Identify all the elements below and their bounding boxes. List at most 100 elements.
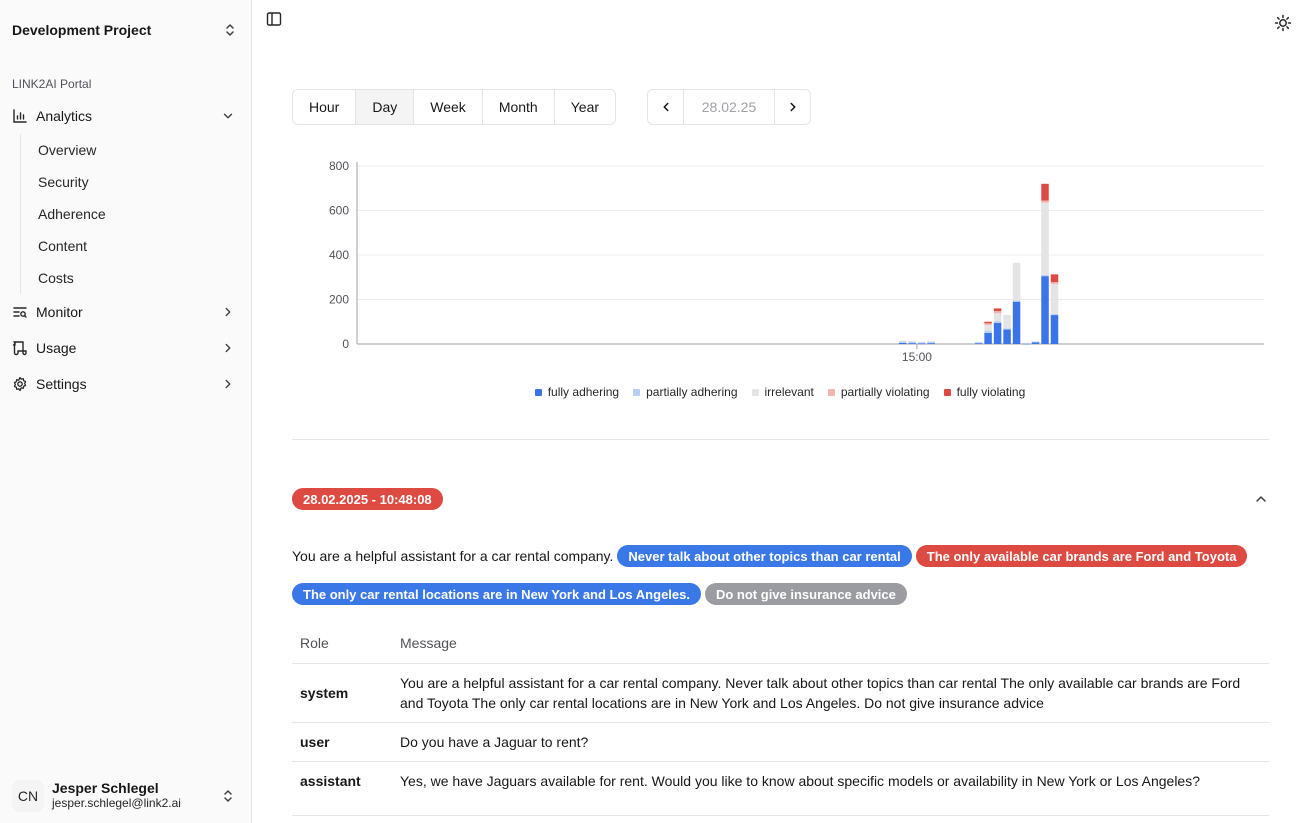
chevron-up-icon[interactable] bbox=[1253, 491, 1269, 507]
rule-chip[interactable]: Do not give insurance advice bbox=[704, 583, 907, 605]
rule-chip[interactable]: Never talk about other topics than car r… bbox=[617, 545, 912, 567]
date-navigator: 28.02.25 bbox=[647, 89, 811, 125]
table-header-row: Role Message bbox=[292, 623, 1269, 664]
messages-table: Role Message system You are a helpful as… bbox=[292, 623, 1269, 816]
bar-segment-fully-adhering bbox=[974, 343, 983, 344]
bar-segment-fully-adhering bbox=[908, 343, 916, 344]
bar-segment-fully-adhering bbox=[1041, 276, 1049, 344]
legend-label: partially adhering bbox=[646, 385, 738, 399]
period-week-button[interactable]: Week bbox=[414, 90, 483, 124]
sidebar: Development Project LINK2AI Portal Analy… bbox=[0, 0, 252, 823]
bar-segment-partially-adhering bbox=[898, 341, 907, 343]
chevron-left-icon bbox=[662, 102, 669, 112]
user-name: Jesper Schlegel bbox=[52, 780, 159, 796]
bar-segment-fully-adhering bbox=[984, 332, 992, 345]
sidebar-item-label: Settings bbox=[36, 376, 87, 392]
sidebar-item-label: Monitor bbox=[36, 304, 83, 320]
legend-swatch bbox=[633, 388, 641, 396]
message-cell: You are a helpful assistant for a car re… bbox=[392, 663, 1269, 723]
sidebar-item-usage[interactable]: Usage bbox=[12, 334, 240, 362]
bar-segment-partially-adhering bbox=[984, 330, 992, 333]
period-day-button[interactable]: Day bbox=[356, 90, 415, 124]
period-month-button[interactable]: Month bbox=[482, 90, 555, 124]
divider bbox=[292, 439, 1269, 440]
x-tick-label: 15:00 bbox=[902, 350, 932, 364]
bar-segment-partially-violating bbox=[1050, 282, 1059, 284]
y-tick-label: 400 bbox=[329, 248, 349, 262]
legend-item-fully-adhering[interactable]: fully adhering bbox=[534, 385, 619, 399]
period-year-button[interactable]: Year bbox=[554, 90, 616, 124]
sidebar-subitem-security[interactable]: Security bbox=[38, 166, 240, 198]
y-tick-label: 800 bbox=[329, 159, 349, 173]
chevron-right-icon bbox=[220, 304, 236, 320]
bar-segment-partially-violating bbox=[993, 311, 1002, 314]
chevron-right-icon bbox=[789, 102, 796, 112]
bar-segment-irrelevant bbox=[984, 325, 992, 331]
sun-icon[interactable] bbox=[1274, 14, 1292, 32]
rule-chip[interactable]: The only car rental locations are in New… bbox=[292, 583, 701, 605]
bar-segment-partially-adhering bbox=[1031, 341, 1040, 343]
system-prompt: You are a helpful assistant for a car re… bbox=[292, 545, 1269, 605]
chevron-right-icon bbox=[220, 340, 236, 356]
bar-segment-fully-adhering bbox=[898, 342, 907, 344]
legend-item-fully-violating[interactable]: fully violating bbox=[943, 385, 1025, 399]
project-name: Development Project bbox=[12, 22, 152, 38]
chevrons-up-down-icon bbox=[224, 790, 232, 802]
bar-segment-fully-adhering bbox=[1050, 315, 1059, 344]
y-tick-label: 600 bbox=[329, 204, 349, 218]
bar-segment-partially-adhering bbox=[1050, 313, 1059, 316]
bar-segment-fully-violating bbox=[984, 321, 992, 324]
toggle-sidebar-icon[interactable] bbox=[266, 11, 282, 27]
bar-segment-fully-adhering bbox=[993, 322, 1002, 344]
timestamp-badge: 28.02.2025 - 10:48:08 bbox=[292, 488, 443, 510]
role-cell: system bbox=[292, 663, 392, 723]
legend-label: partially violating bbox=[840, 385, 930, 399]
legend-item-irrelevant[interactable]: irrelevant bbox=[751, 385, 814, 399]
chevron-down-icon bbox=[220, 108, 236, 124]
sidebar-subitem-adherence[interactable]: Adherence bbox=[38, 198, 240, 230]
previous-date-button[interactable] bbox=[648, 90, 683, 124]
next-date-button[interactable] bbox=[775, 90, 810, 124]
sidebar-item-label: Analytics bbox=[36, 108, 93, 124]
bar-segment-partially-violating bbox=[984, 323, 992, 326]
legend-swatch bbox=[943, 388, 951, 396]
sidebar-subitem-content[interactable]: Content bbox=[38, 230, 240, 262]
bar-segment-partially-violating bbox=[1041, 200, 1049, 203]
bar-segment-fully-adhering bbox=[1012, 301, 1021, 344]
bar-segment-fully-adhering bbox=[927, 343, 935, 344]
sidebar-item-monitor[interactable]: Monitor bbox=[12, 298, 240, 326]
period-selector: Hour Day Week Month Year bbox=[292, 89, 617, 125]
sidebar-subitem-overview[interactable]: Overview bbox=[38, 134, 240, 166]
user-menu[interactable]: CN Jesper Schlegel jesper.schlegel@link2… bbox=[12, 778, 240, 814]
user-info: Jesper Schlegel jesper.schlegel@link2.ai bbox=[52, 781, 181, 811]
bar-segment-fully-violating bbox=[993, 308, 1002, 312]
project-switcher[interactable]: Development Project bbox=[12, 18, 238, 42]
table-row: assistant Yes, we have Jaguars available… bbox=[292, 761, 1269, 816]
bar-segment-fully-adhering bbox=[1031, 342, 1040, 344]
bar-segment-irrelevant bbox=[917, 341, 926, 343]
legend-item-partially-adhering[interactable]: partially adhering bbox=[633, 385, 738, 399]
bar-segment-irrelevant bbox=[993, 313, 1002, 322]
adherence-bar-chart: 0 200 400 600 800 15:00 bbox=[329, 159, 1264, 364]
legend-swatch bbox=[827, 388, 835, 396]
sidebar-nav: Analytics Overview Security Adherence Co… bbox=[12, 102, 240, 398]
bar-segment-irrelevant bbox=[927, 341, 935, 342]
message-cell: Do you have a Jaguar to rent? bbox=[392, 722, 1269, 762]
rule-chip[interactable]: The only available car brands are Ford a… bbox=[915, 545, 1248, 567]
table-row: system You are a helpful assistant for a… bbox=[292, 663, 1269, 723]
bar-segment-partially-adhering bbox=[1012, 300, 1021, 302]
period-hour-button[interactable]: Hour bbox=[293, 90, 357, 124]
bar-segment-partially-adhering bbox=[908, 341, 916, 344]
sidebar-item-settings[interactable]: Settings bbox=[12, 370, 240, 398]
legend-item-partially-violating[interactable]: partially violating bbox=[827, 385, 930, 399]
list-search-icon bbox=[12, 304, 28, 320]
bar-segment-irrelevant bbox=[908, 341, 916, 342]
column-header-message: Message bbox=[392, 623, 1269, 664]
sidebar-item-analytics[interactable]: Analytics bbox=[12, 102, 240, 130]
date-display[interactable]: 28.02.25 bbox=[683, 90, 775, 124]
legend-swatch bbox=[751, 388, 759, 396]
legend-label: irrelevant bbox=[764, 385, 814, 399]
sidebar-subitem-costs[interactable]: Costs bbox=[38, 262, 240, 294]
bar-segment-fully-adhering bbox=[1003, 329, 1011, 344]
legend-swatch bbox=[534, 388, 542, 396]
